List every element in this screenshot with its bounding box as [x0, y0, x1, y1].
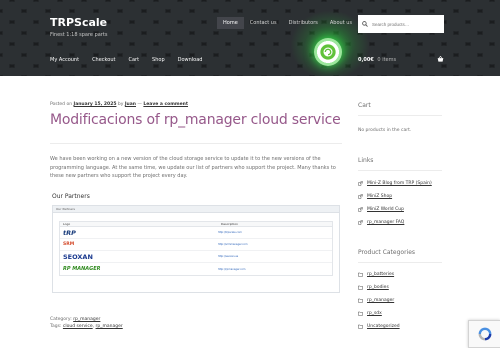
sidebar-link-label: rp_manager FAQ	[367, 220, 405, 225]
folder-icon	[358, 298, 363, 303]
sidebar-cart-heading: Cart	[358, 102, 371, 109]
recaptcha-icon	[478, 327, 491, 341]
secondary-navigation: My Account Checkout Cart Shop Download	[50, 57, 215, 63]
category-label: rp_manager	[367, 298, 395, 303]
search-icon	[362, 21, 368, 27]
recaptcha-badge[interactable]	[468, 320, 500, 348]
external-link-icon	[358, 207, 363, 212]
category-label: rp_sdx	[367, 311, 382, 316]
sidebar-links-heading: Links	[358, 157, 374, 164]
category-item[interactable]: rp_manager	[358, 298, 394, 303]
partner-url[interactable]: http://rpmanager.com	[218, 268, 245, 271]
primary-navigation: Home Contact us Distributors About us	[217, 17, 358, 29]
nav-contact-us[interactable]: Contact us	[244, 17, 283, 29]
logo-icon	[320, 44, 336, 60]
nav-my-account[interactable]: My Account	[50, 57, 79, 63]
partners-heading: Our Partners	[52, 193, 90, 200]
post-body: We have been working on a new version of…	[50, 156, 336, 179]
site-header: TRPScale Finest 1:18 spare parts Home Co…	[0, 0, 500, 76]
category-item[interactable]: rp_bodies	[358, 285, 389, 290]
table-row: SEOXAN http://seoxan.es	[60, 251, 332, 263]
category-item[interactable]: rp_sdx	[358, 311, 382, 316]
cart-item-count: 0 items	[377, 57, 397, 63]
partner-logo: SRM	[63, 242, 75, 247]
folder-icon	[358, 272, 363, 277]
folder-icon	[358, 285, 363, 290]
nav-shop[interactable]: Shop	[152, 57, 165, 63]
sidebar-link[interactable]: Mini-Z Blog from TRP (Spain)	[358, 181, 432, 186]
partner-logo: tRP	[63, 228, 76, 237]
partners-table-header: Our Partners	[53, 206, 339, 213]
nav-distributors[interactable]: Distributors	[283, 17, 324, 29]
tag-link-rp-manager[interactable]: rp_manager	[96, 324, 123, 329]
table-row: SRM http://srmmanager.com	[60, 239, 332, 251]
nav-cart[interactable]: Cart	[128, 57, 139, 63]
sidebar-categories-heading: Product Categories	[358, 249, 416, 256]
sidebar-divider	[358, 262, 442, 263]
category-label: rp_bodies	[367, 285, 389, 290]
post-date-link[interactable]: January 15, 2025	[74, 102, 117, 107]
tags-label: Tags:	[50, 324, 62, 329]
cart-amount: 0,00€	[358, 57, 374, 63]
column-description: Description	[221, 222, 239, 226]
external-link-icon	[358, 194, 363, 199]
sidebar-link[interactable]: MiniZ Shop	[358, 194, 392, 199]
site-tagline: Finest 1:18 spare parts	[50, 32, 108, 38]
meta-separator: —	[137, 102, 142, 107]
post-category: Category: rp_manager	[50, 317, 100, 322]
sidebar-link-label: Mini-Z Blog from TRP (Spain)	[367, 181, 432, 186]
category-label: rp_batteries	[367, 272, 395, 277]
partners-table-inner: Logo Description tRP http://trpscale.com…	[59, 221, 333, 276]
table-row: RP MANAGER http://rpmanager.com	[60, 263, 332, 275]
search-input[interactable]	[372, 21, 442, 27]
category-label: Category:	[50, 317, 72, 322]
partner-url[interactable]: http://srmmanager.com	[218, 243, 248, 246]
folder-icon	[358, 324, 363, 329]
site-logo[interactable]	[314, 38, 342, 66]
table-row: tRP http://trpscale.com	[60, 227, 332, 239]
nav-download[interactable]: Download	[178, 57, 203, 63]
partners-table-image: Our Partners Logo Description tRP http:/…	[52, 205, 340, 293]
sidebar-link[interactable]: rp_manager FAQ	[358, 220, 404, 225]
folder-icon	[358, 311, 363, 316]
site-title[interactable]: TRPScale	[50, 16, 107, 29]
post-author-link[interactable]: Juan	[125, 102, 136, 107]
title-divider	[50, 143, 342, 144]
post-meta: Posted on January 15, 2025 by Juan — Lea…	[50, 102, 188, 107]
sidebar-link[interactable]: MiniZ World Cup	[358, 207, 404, 212]
posted-on-label: Posted on	[50, 102, 73, 107]
sidebar-link-label: MiniZ Shop	[367, 194, 393, 199]
partner-logo: SEOXAN	[63, 252, 93, 261]
by-label: by	[117, 102, 124, 107]
header-cart[interactable]: 0,00€ 0 items	[358, 57, 396, 63]
sidebar-divider	[358, 170, 442, 171]
partner-url[interactable]: http://trpscale.com	[218, 231, 242, 234]
sidebar-divider	[358, 115, 442, 116]
post-title[interactable]: Modificacions of rp_manager cloud servic…	[50, 112, 341, 128]
nav-checkout[interactable]: Checkout	[92, 57, 115, 63]
post-tags: Tags: cloud service, rp_manager	[50, 324, 123, 329]
nav-home[interactable]: Home	[217, 17, 244, 29]
tag-link-cloud-service[interactable]: cloud service	[63, 324, 93, 329]
leave-comment-link[interactable]: Leave a comment	[143, 102, 188, 107]
category-label: Uncategorized	[367, 324, 400, 329]
product-search	[358, 15, 444, 33]
external-link-icon	[358, 181, 363, 186]
shopping-basket-icon[interactable]	[437, 56, 444, 63]
category-item[interactable]: Uncategorized	[358, 324, 400, 329]
cart-empty-message: No products in the cart.	[358, 128, 412, 133]
sidebar-link-label: MiniZ World Cup	[367, 207, 404, 212]
category-link[interactable]: rp_manager	[73, 317, 100, 322]
external-link-icon	[358, 220, 363, 225]
column-logo: Logo	[63, 222, 71, 226]
partner-url[interactable]: http://seoxan.es	[218, 255, 238, 258]
category-item[interactable]: rp_batteries	[358, 272, 394, 277]
nav-about-us[interactable]: About us	[324, 17, 358, 29]
partner-logo: RP MANAGER	[63, 266, 101, 272]
